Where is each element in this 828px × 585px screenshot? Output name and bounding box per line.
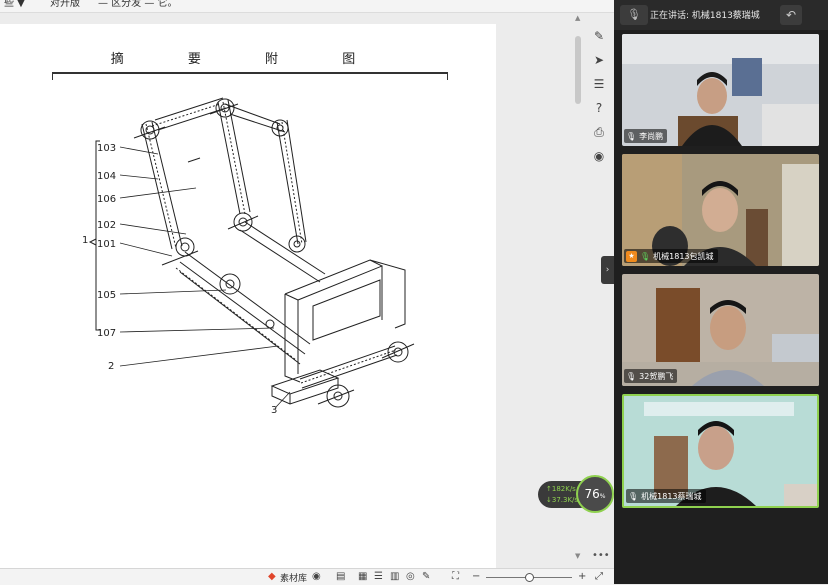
status-bar: ◆ 素材库 ◉ ▤ ▦ ☰ ▥ ◎ ✎ ⛶ − + ⤢ — [0, 568, 614, 585]
part-label-3: 3 — [271, 405, 277, 416]
participant-name-bar: ★ 🎙 机械1813包凯城 — [624, 249, 718, 263]
part-label-105: 105 — [97, 290, 116, 301]
doc-icon[interactable]: ▤ — [336, 571, 345, 582]
menu-fragment[interactable]: 对开版 — [50, 0, 80, 9]
participant-tile[interactable]: 🎙 李尚鹏 — [622, 34, 819, 146]
pen-icon[interactable]: ✎ — [586, 24, 612, 48]
fit-icon[interactable]: ⛶ — [452, 571, 459, 582]
part-label-102: 102 — [97, 220, 116, 231]
menu-fragment[interactable]: — 区分发 — 它。 — [98, 0, 178, 9]
book-icon[interactable]: ▥ — [390, 571, 399, 582]
material-library-icon[interactable]: ◆ — [268, 571, 276, 582]
cursor-icon[interactable]: ➤ — [586, 48, 612, 72]
part-label-101: 101 — [97, 239, 116, 250]
right-toolbar: ✎ ➤ ☰ ? ⎙ ◉ — [586, 24, 612, 168]
collapse-panel-button[interactable]: › — [601, 256, 614, 284]
participant-name-bar: 🎙 32贺鹏飞 — [624, 369, 678, 383]
microphone-icon[interactable]: 🎙 — [620, 5, 648, 25]
microphone-icon: 🎙 — [628, 491, 639, 501]
pin-icon[interactable]: ◉ — [586, 144, 612, 168]
zoom-out-button[interactable]: − — [472, 571, 480, 582]
part-label-1: 1 — [82, 235, 88, 246]
participant-tile[interactable]: ★ 🎙 机械1813包凯城 — [622, 154, 819, 266]
scroll-up-icon[interactable]: ▲ — [575, 14, 580, 22]
menu-fragment[interactable]: 些 ▼ — [4, 0, 25, 9]
part-label-106: 106 — [97, 194, 116, 205]
participant-tile[interactable]: 🎙 32贺鹏飞 — [622, 274, 819, 386]
top-menu-strip: 些 ▼ 对开版 — 区分发 — 它。 — [0, 0, 614, 13]
edit-icon[interactable]: ✎ — [422, 571, 430, 582]
zoom-slider-knob[interactable] — [525, 573, 534, 582]
zoom-in-button[interactable]: + — [578, 571, 586, 582]
microphone-active-icon: 🎙 — [640, 251, 651, 261]
scrollbar-thumb[interactable] — [575, 36, 581, 104]
material-library-label[interactable]: 素材库 — [280, 571, 307, 584]
participant-name-bar: 🎙 机械1813蔡瑞城 — [626, 489, 706, 503]
outline-icon[interactable]: ☰ — [374, 571, 383, 582]
print-icon[interactable]: ⎙ — [586, 120, 612, 144]
document-page: 摘 要 附 图 103 104 106 102 101 1 105 107 2 … — [0, 24, 496, 570]
sliders-icon[interactable]: ☰ — [586, 72, 612, 96]
help-icon[interactable]: ? — [586, 96, 612, 120]
meeting-panel: 🎙 正在讲话: 机械1813蔡瑞城 ↶ 🎙 李尚鹏 ★ 🎙 机械1813包凯城 … — [614, 0, 828, 584]
part-label-107: 107 — [97, 328, 116, 339]
more-icon[interactable]: ••• — [592, 550, 610, 561]
speaking-indicator: 正在讲话: 机械1813蔡瑞城 — [650, 11, 760, 21]
page-view-icon[interactable]: ▦ — [358, 571, 367, 582]
scroll-down-icon[interactable]: ▼ — [575, 552, 580, 560]
participant-name-bar: 🎙 李尚鹏 — [624, 129, 668, 143]
host-badge-icon: ★ — [626, 250, 637, 262]
microphone-icon: 🎙 — [626, 131, 637, 141]
download-speed: ↓37.3K/s — [546, 496, 579, 504]
web-icon[interactable]: ◎ — [406, 571, 415, 582]
microphone-icon: 🎙 — [626, 371, 637, 381]
part-label-2: 2 — [108, 361, 114, 372]
eye-icon[interactable]: ◉ — [312, 571, 321, 582]
document-area: 些 ▼ 对开版 — 区分发 — 它。 摘 要 附 图 103 104 106 1… — [0, 0, 614, 585]
part-label-103: 103 — [97, 143, 116, 154]
patent-drawing: 103 104 106 102 101 1 105 107 2 3 — [82, 97, 415, 416]
upload-speed: ↑182K/s — [546, 485, 576, 493]
meeting-header: 🎙 正在讲话: 机械1813蔡瑞城 ↶ — [614, 0, 828, 30]
part-label-104: 104 — [97, 171, 116, 182]
back-icon[interactable]: ↶ — [780, 5, 802, 25]
participant-tile-active-speaker[interactable]: 🎙 机械1813蔡瑞城 — [622, 394, 819, 508]
fullscreen-icon[interactable]: ⤢ — [595, 571, 603, 582]
cpu-usage-gauge[interactable]: 76% — [576, 475, 614, 513]
